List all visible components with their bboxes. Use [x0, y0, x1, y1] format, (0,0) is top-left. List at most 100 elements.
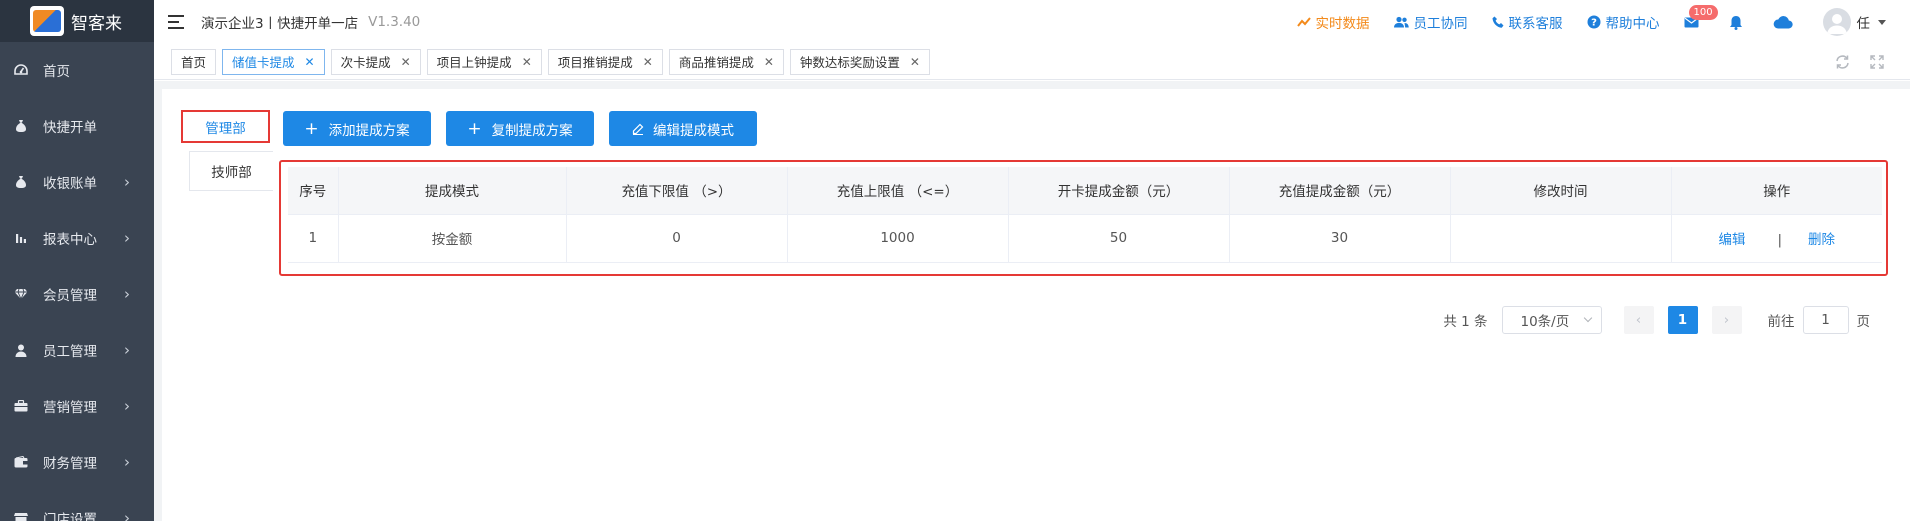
sidebar-item-home[interactable]: 首页 — [0, 42, 154, 98]
close-icon[interactable]: ✕ — [764, 55, 774, 69]
store-icon — [14, 511, 28, 521]
chevron-left-icon: ‹ — [1635, 312, 1642, 328]
diamond-icon — [14, 287, 28, 301]
cloud-button[interactable] — [1773, 15, 1793, 29]
pagination: 共 1 条 10条/页 ‹ 1 › 前往 页 — [1443, 306, 1870, 334]
mail-button[interactable]: 100 — [1684, 4, 1718, 28]
user-name: 任 — [1856, 16, 1871, 32]
chevron-right-icon: › — [124, 397, 130, 415]
col-recharge-amount: 充值提成金额（元） — [1229, 167, 1451, 215]
help-center-link[interactable]: ? 帮助中心 — [1587, 12, 1660, 32]
contact-support-link[interactable]: 联系客服 — [1492, 12, 1563, 32]
col-max: 充值上限值 （<=） — [787, 167, 1009, 215]
user-menu[interactable]: 任 — [1822, 8, 1886, 36]
page-number-current[interactable]: 1 — [1667, 306, 1698, 334]
cell-open-amount: 50 — [1008, 214, 1230, 263]
refresh-icon[interactable] — [1835, 55, 1850, 69]
sidebar-item-staff[interactable]: 员工管理 › — [0, 322, 154, 378]
sidebar-item-marketing[interactable]: 营销管理 › — [0, 378, 154, 434]
wallet-icon — [14, 455, 28, 469]
close-icon[interactable]: ✕ — [305, 55, 315, 69]
goto-page-input[interactable] — [1802, 306, 1849, 334]
brand-logo — [30, 6, 64, 36]
close-icon[interactable]: ✕ — [401, 55, 411, 69]
row-delete-link[interactable]: 删除 — [1808, 232, 1835, 248]
notifications-button[interactable] — [1729, 15, 1743, 30]
tab-label: 储值卡提成 — [232, 55, 295, 70]
commission-table-highlight: 序号 提成模式 充值下限值 （>） 充值上限值 （<=） 开卡提成金额（元） 充… — [279, 160, 1888, 276]
brand-name: 智客来 — [71, 13, 122, 34]
close-icon[interactable]: ✕ — [910, 55, 920, 69]
chevron-right-icon: › — [1723, 312, 1730, 328]
tab-label: 商品推销提成 — [678, 55, 754, 70]
sidebar-item-store-settings[interactable]: 门店设置 › — [0, 490, 154, 521]
version-label: V1.3.40 — [368, 14, 421, 30]
tab-times-card-commission[interactable]: 次卡提成 ✕ — [330, 48, 421, 75]
tab-clock-target-reward[interactable]: 钟数达标奖励设置 ✕ — [789, 48, 930, 75]
sidebar-item-label: 营销管理 — [43, 400, 97, 416]
col-modified: 修改时间 — [1450, 167, 1672, 215]
dept-label: 技师部 — [211, 165, 252, 181]
chevron-right-icon: › — [124, 453, 130, 471]
tab-label: 钟数达标奖励设置 — [799, 55, 900, 70]
staff-collab-link[interactable]: 员工协同 — [1393, 12, 1468, 32]
tab-label: 项目上钟提成 — [436, 55, 512, 70]
sidebar-item-label: 首页 — [43, 64, 70, 80]
copy-commission-plan-button[interactable]: + 复制提成方案 — [446, 111, 594, 146]
edit-commission-mode-label: 编辑提成模式 — [653, 122, 734, 139]
caret-down-icon — [1878, 19, 1886, 25]
table-row: 1 按金额 0 1000 50 30 编辑 | 删除 — [288, 214, 1882, 263]
brand[interactable]: 智客来 — [0, 0, 154, 42]
help-icon: ? — [1587, 15, 1600, 29]
tab-label: 次卡提成 — [340, 55, 391, 70]
sidebar-item-quick-order[interactable]: 快捷开单 — [0, 98, 154, 154]
sidebar-item-label: 收银账单 — [43, 176, 97, 192]
tab-home[interactable]: 首页 — [171, 48, 217, 75]
fullscreen-icon[interactable] — [1870, 55, 1884, 69]
add-commission-plan-button[interactable]: + 添加提成方案 — [283, 111, 431, 146]
tab-project-sales-commission[interactable]: 项目推销提成 ✕ — [547, 48, 663, 75]
action-separator: | — [1777, 232, 1783, 248]
header-actions: 实时数据 员工协同 联系客服 ? 帮助中心 100 任 — [1296, 0, 1910, 44]
close-icon[interactable]: ✕ — [522, 55, 532, 69]
tab-stored-card-commission[interactable]: 储值卡提成 ✕ — [222, 48, 325, 75]
dept-management[interactable]: 管理部 — [181, 110, 270, 143]
tab-project-clock-commission[interactable]: 项目上钟提成 ✕ — [426, 48, 542, 75]
sidebar-item-cashier-bills[interactable]: 收银账单 › — [0, 154, 154, 210]
menu-toggle-icon[interactable] — [168, 15, 184, 29]
phone-icon — [1492, 16, 1503, 28]
sidebar-item-members[interactable]: 会员管理 › — [0, 266, 154, 322]
mail-badge: 100 — [1688, 4, 1718, 20]
next-page-button[interactable]: › — [1711, 306, 1742, 334]
svg-text:?: ? — [1591, 18, 1597, 29]
tab-product-sales-commission[interactable]: 商品推销提成 ✕ — [668, 48, 784, 75]
add-commission-plan-label: 添加提成方案 — [328, 122, 410, 139]
staff-collab-label: 员工协同 — [1413, 16, 1468, 32]
sidebar-item-label: 会员管理 — [43, 288, 97, 304]
money-bag-icon — [14, 175, 28, 189]
tab-label: 首页 — [181, 55, 207, 70]
chevron-down-icon — [1583, 313, 1592, 323]
chevron-right-icon: › — [124, 341, 130, 359]
copy-commission-plan-label: 复制提成方案 — [491, 122, 573, 139]
close-icon[interactable]: ✕ — [643, 55, 653, 69]
user-icon — [14, 343, 28, 357]
sidebar-item-finance[interactable]: 财务管理 › — [0, 434, 154, 490]
realtime-data-link[interactable]: 实时数据 — [1296, 12, 1370, 32]
row-edit-link[interactable]: 编辑 — [1718, 232, 1745, 248]
bell-icon — [1729, 15, 1742, 30]
plus-icon: + — [304, 118, 319, 139]
cell-mode: 按金额 — [338, 214, 567, 263]
prev-page-button[interactable]: ‹ — [1623, 306, 1654, 334]
chevron-right-icon: › — [124, 285, 130, 303]
contact-support-label: 联系客服 — [1508, 16, 1563, 32]
edit-commission-mode-button[interactable]: 编辑提成模式 — [609, 111, 757, 146]
col-mode: 提成模式 — [338, 167, 567, 215]
sidebar-item-label: 报表中心 — [43, 232, 97, 248]
trend-icon — [1296, 17, 1311, 27]
money-bag-icon — [14, 119, 28, 133]
page-size-select[interactable]: 10条/页 — [1501, 306, 1602, 334]
content-panel — [162, 89, 1910, 521]
dept-technicians[interactable]: 技师部 — [189, 151, 273, 191]
sidebar-item-reports[interactable]: 报表中心 › — [0, 210, 154, 266]
